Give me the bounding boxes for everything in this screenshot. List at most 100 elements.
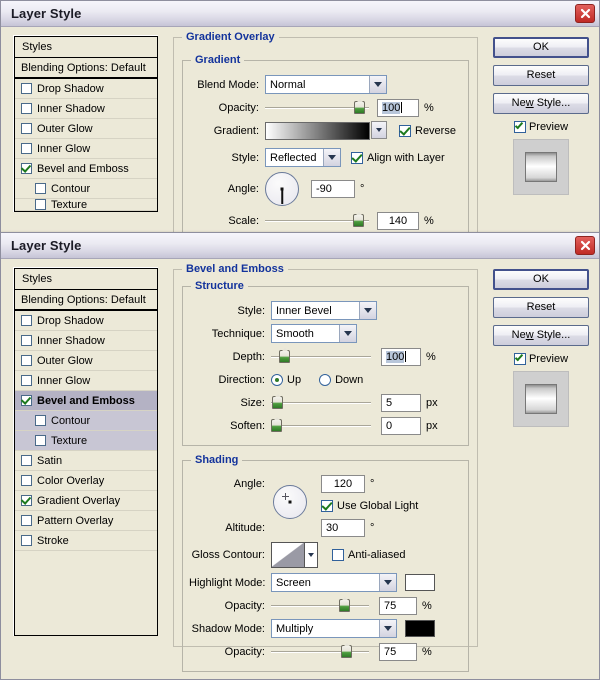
bevel-style-select[interactable]: Inner Bevel [271, 301, 377, 320]
depth-slider[interactable] [271, 350, 371, 364]
gloss-contour-chevron-icon[interactable] [305, 542, 318, 568]
soften-input[interactable]: 0 [381, 417, 421, 435]
sidebar-item-color-overlay[interactable]: Color Overlay [15, 471, 157, 491]
blend-mode-select[interactable]: Normal [265, 75, 387, 94]
sidebar-item-inner-shadow[interactable]: Inner Shadow [15, 331, 157, 351]
preview-toggle[interactable]: Preview [493, 121, 589, 133]
layer-style-dialog-bevel-emboss[interactable]: Layer Style Styles Blending Options: Def… [0, 232, 600, 680]
checkbox-icon[interactable] [321, 500, 333, 512]
checkbox-icon[interactable] [35, 199, 46, 210]
new-style-button[interactable]: New Style... [493, 93, 589, 114]
reverse-checkbox[interactable]: Reverse [399, 125, 456, 137]
sidebar-item-outer-glow[interactable]: Outer Glow [15, 119, 157, 139]
sidebar-item-blending-options[interactable]: Blending Options: Default [15, 58, 157, 79]
chevron-down-icon[interactable] [379, 620, 396, 637]
size-slider[interactable] [271, 396, 371, 410]
angle-input[interactable]: -90 [311, 180, 355, 198]
checkbox-icon[interactable] [351, 152, 363, 164]
technique-select[interactable]: Smooth [271, 324, 357, 343]
checkbox-icon[interactable] [21, 123, 32, 134]
checkbox-icon[interactable] [21, 475, 32, 486]
gloss-contour-thumbnail[interactable] [271, 542, 305, 568]
sidebar-item-inner-glow[interactable]: Inner Glow [15, 371, 157, 391]
checkbox-icon[interactable] [21, 535, 32, 546]
checkbox-icon[interactable] [21, 315, 32, 326]
shadow-opacity-input[interactable]: 75 [379, 643, 417, 661]
checkbox-icon[interactable] [21, 83, 32, 94]
sidebar-item-gradient-overlay[interactable]: Gradient Overlay [15, 491, 157, 511]
checkbox-icon[interactable] [21, 355, 32, 366]
checkbox-icon[interactable] [21, 375, 32, 386]
ok-button[interactable]: OK [493, 269, 589, 290]
checkbox-icon[interactable] [514, 121, 526, 133]
sidebar-item-texture[interactable]: Texture [15, 199, 157, 211]
checkbox-icon[interactable] [21, 103, 32, 114]
checkbox-icon[interactable] [21, 495, 32, 506]
gradient-picker-chevron-icon[interactable] [371, 121, 387, 139]
shading-angle-dial[interactable] [273, 485, 307, 519]
ok-button[interactable]: OK [493, 37, 589, 58]
anti-aliased-checkbox[interactable]: Anti-aliased [332, 549, 405, 561]
sidebar-item-blending-options[interactable]: Blending Options: Default [15, 290, 157, 311]
chevron-down-icon[interactable] [369, 76, 386, 93]
chevron-down-icon[interactable] [359, 302, 376, 319]
checkbox-icon[interactable] [514, 353, 526, 365]
sidebar-item-inner-glow[interactable]: Inner Glow [15, 139, 157, 159]
checkbox-icon[interactable] [21, 335, 32, 346]
soften-slider[interactable] [271, 419, 371, 433]
use-global-light-checkbox[interactable]: Use Global Light [321, 500, 418, 512]
highlight-opacity-input[interactable]: 75 [379, 597, 417, 615]
titlebar[interactable]: Layer Style [1, 1, 599, 27]
checkbox-icon[interactable] [21, 455, 32, 466]
sidebar-item-pattern-overlay[interactable]: Pattern Overlay [15, 511, 157, 531]
sidebar-item-bevel-and-emboss[interactable]: Bevel and Emboss [15, 391, 157, 411]
styles-list-2[interactable]: Blending Options: Default Drop Shadow In… [14, 290, 158, 636]
sidebar-item-drop-shadow[interactable]: Drop Shadow [15, 311, 157, 331]
gradient-style-select[interactable]: Reflected [265, 148, 341, 167]
close-icon[interactable] [575, 4, 595, 23]
shadow-opacity-slider[interactable] [271, 645, 369, 659]
sidebar-item-contour[interactable]: Contour [15, 411, 157, 431]
sidebar-item-inner-shadow[interactable]: Inner Shadow [15, 99, 157, 119]
checkbox-icon[interactable] [35, 415, 46, 426]
scale-input[interactable]: 140 [377, 212, 419, 230]
titlebar[interactable]: Layer Style [1, 233, 599, 259]
layer-style-dialog-gradient-overlay[interactable]: Layer Style Styles Blending Options: Def… [0, 0, 600, 240]
shading-angle-input[interactable]: 120 [321, 475, 365, 493]
scale-slider[interactable] [265, 214, 369, 228]
checkbox-icon[interactable] [21, 163, 32, 174]
sidebar-item-outer-glow[interactable]: Outer Glow [15, 351, 157, 371]
checkbox-icon[interactable] [332, 549, 344, 561]
gradient-preview[interactable] [265, 122, 370, 140]
chevron-down-icon[interactable] [379, 574, 396, 591]
radio-icon[interactable] [319, 374, 331, 386]
preview-toggle[interactable]: Preview [493, 353, 589, 365]
close-icon[interactable] [575, 236, 595, 255]
direction-up-radio[interactable]: Up [271, 374, 301, 386]
new-style-button[interactable]: New Style... [493, 325, 589, 346]
sidebar-item-stroke[interactable]: Stroke [15, 531, 157, 551]
opacity-slider[interactable] [265, 101, 369, 115]
checkbox-icon[interactable] [21, 395, 32, 406]
align-with-layer-checkbox[interactable]: Align with Layer [351, 152, 445, 164]
shadow-color-swatch[interactable] [405, 620, 435, 637]
shadow-mode-select[interactable]: Multiply [271, 619, 397, 638]
highlight-color-swatch[interactable] [405, 574, 435, 591]
size-input[interactable]: 5 [381, 394, 421, 412]
radio-icon[interactable] [271, 374, 283, 386]
checkbox-icon[interactable] [21, 515, 32, 526]
sidebar-item-bevel-and-emboss[interactable]: Bevel and Emboss [15, 159, 157, 179]
chevron-down-icon[interactable] [323, 149, 340, 166]
direction-down-radio[interactable]: Down [319, 374, 363, 386]
depth-input[interactable]: 100 [381, 348, 421, 366]
reset-button[interactable]: Reset [493, 297, 589, 318]
sidebar-item-satin[interactable]: Satin [15, 451, 157, 471]
angle-dial[interactable] [265, 172, 299, 206]
sidebar-item-contour[interactable]: Contour [15, 179, 157, 199]
altitude-input[interactable]: 30 [321, 519, 365, 537]
reset-button[interactable]: Reset [493, 65, 589, 86]
checkbox-icon[interactable] [399, 125, 411, 137]
sidebar-item-texture[interactable]: Texture [15, 431, 157, 451]
styles-list-1[interactable]: Blending Options: Default Drop Shadow In… [14, 58, 158, 212]
highlight-opacity-slider[interactable] [271, 599, 369, 613]
